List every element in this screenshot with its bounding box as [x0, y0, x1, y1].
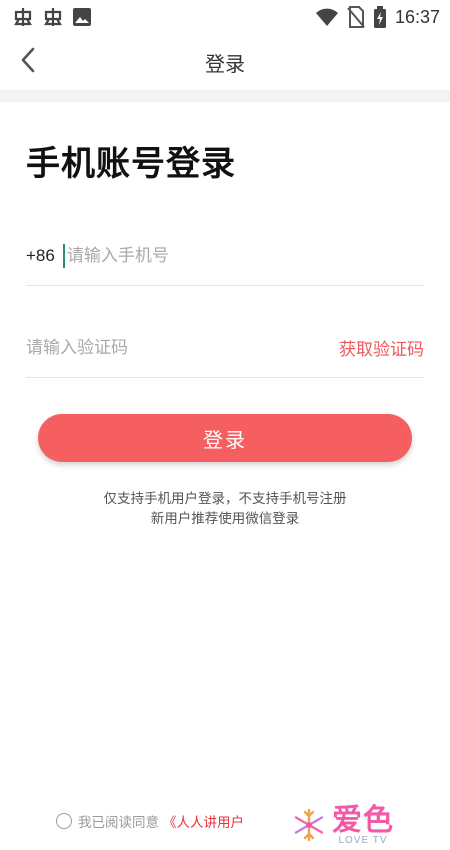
snowflake-icon — [290, 806, 328, 844]
user-agreement-link[interactable]: 《人人讲用户 — [163, 811, 244, 831]
back-button[interactable] — [10, 44, 46, 80]
nav-divider — [0, 90, 450, 102]
app-notification-icon — [42, 6, 64, 28]
login-notice: 仅支持手机用户登录，不支持手机号注册 新用户推荐使用微信登录 — [0, 489, 450, 529]
agreement-row: 我已阅读同意 《人人讲用户 — [56, 810, 252, 832]
page-title: 登录 — [205, 51, 245, 76]
login-heading: 手机账号登录 — [26, 144, 236, 184]
status-left — [12, 6, 92, 28]
chevron-left-icon — [18, 46, 38, 78]
text-cursor — [62, 243, 65, 268]
agreement-text: 我已阅读同意 — [78, 815, 159, 831]
status-time: 16:37 — [394, 6, 440, 27]
image-icon — [72, 7, 92, 27]
phone-field: +86 — [26, 226, 424, 286]
no-sim-icon — [347, 6, 365, 28]
nav-bar: 登录 — [0, 34, 450, 90]
notice-line-1: 仅支持手机用户登录，不支持手机号注册 — [103, 491, 347, 507]
watermark-text: 爱色 LOVE TV — [332, 802, 394, 846]
phone-input[interactable] — [66, 235, 424, 276]
agreement-checkbox[interactable] — [56, 813, 72, 829]
app-notification-icon — [12, 6, 34, 28]
wifi-icon — [315, 7, 339, 27]
status-right: 16:37 — [315, 6, 440, 28]
get-code-button[interactable]: 获取验证码 — [339, 335, 424, 360]
watermark-sub: LOVE TV — [338, 834, 388, 846]
verification-code-input[interactable] — [26, 327, 339, 368]
login-button[interactable]: 登录 — [38, 414, 412, 462]
status-bar: 16:37 — [0, 0, 450, 34]
verification-code-field: 获取验证码 — [26, 318, 424, 378]
watermark-logo: 爱色 LOVE TV — [290, 800, 420, 850]
watermark-main: 爱色 — [332, 802, 394, 838]
notice-line-2: 新用户推荐使用微信登录 — [150, 511, 300, 527]
country-code[interactable]: +86 — [26, 246, 55, 266]
battery-icon — [373, 6, 387, 28]
